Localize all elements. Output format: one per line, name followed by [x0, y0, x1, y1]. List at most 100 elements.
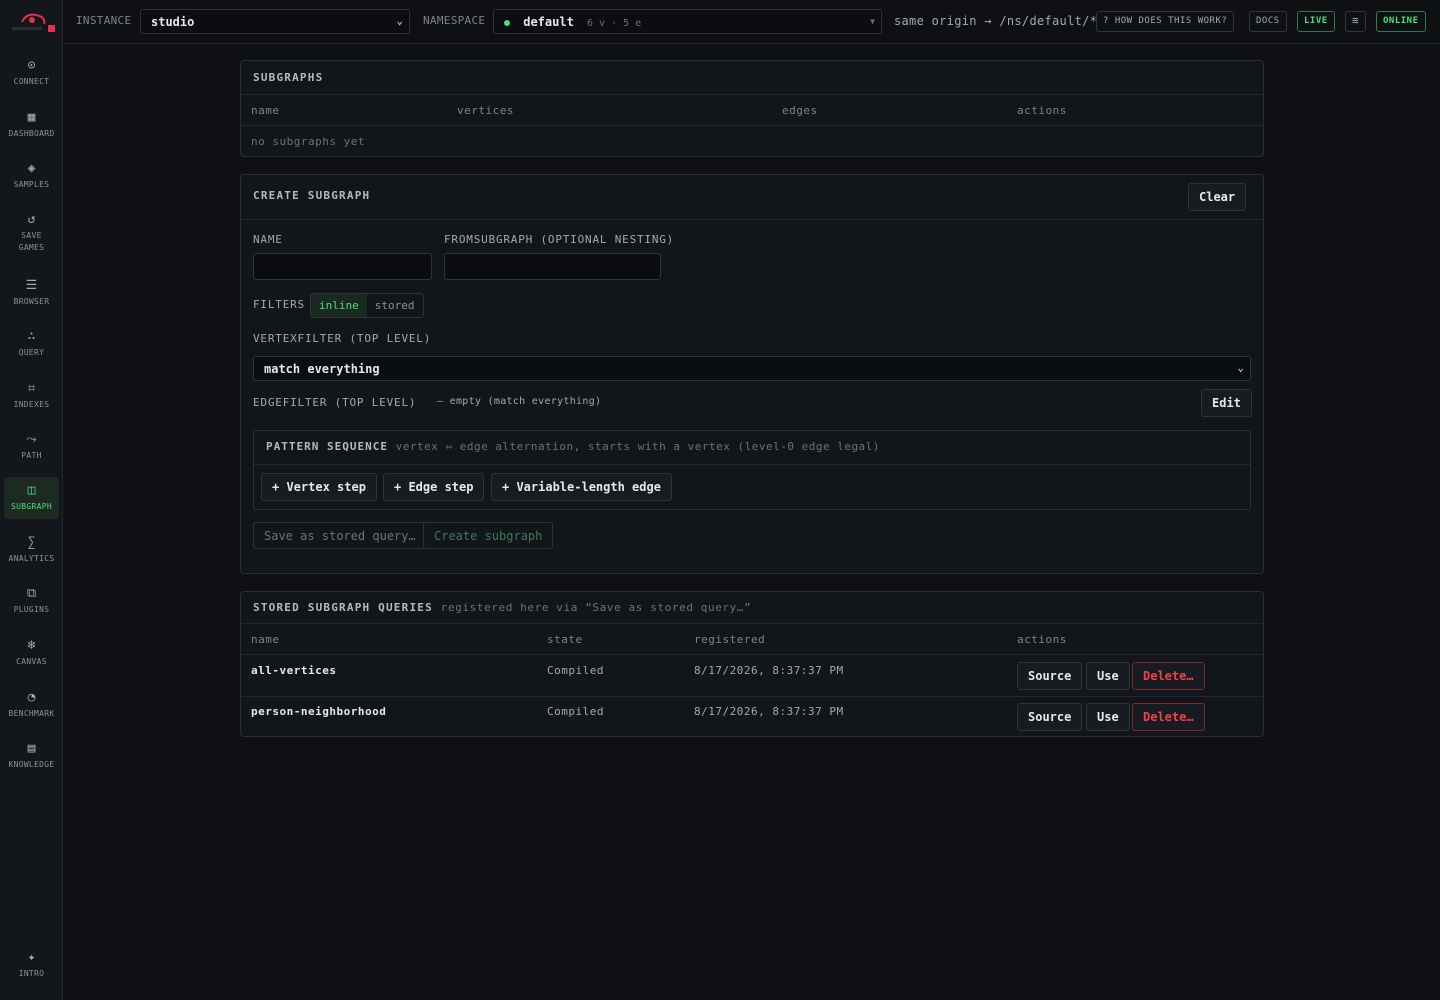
use-button[interactable]: Use	[1086, 662, 1130, 690]
sidebar: ⊙ CONNECT ▦ DASHBOARD ◈ SAMPLES ↺ SAVE G…	[0, 0, 63, 1000]
plugins-icon: ⧉	[26, 586, 37, 601]
docs-button[interactable]: DOCS	[1249, 11, 1287, 32]
sidebar-item-benchmark[interactable]: ◔ BENCHMARK	[4, 690, 59, 720]
create-subgraph-button[interactable]: Create subgraph	[423, 522, 554, 549]
clear-button[interactable]: Clear	[1188, 183, 1247, 211]
namespace-select[interactable]: default 6 v · 5 e ▼	[493, 9, 882, 34]
live-badge[interactable]: LIVE	[1297, 11, 1335, 32]
query-registered: 8/17/2026, 8:37:37 PM	[694, 664, 844, 677]
create-title: CREATE SUBGRAPH	[253, 189, 371, 202]
knowledge-icon: ▤	[27, 741, 36, 756]
app-logo	[12, 13, 55, 32]
dashboard-icon: ▦	[27, 110, 36, 125]
source-button[interactable]: Source	[1017, 703, 1083, 731]
sidebar-item-label: DASHBOARD	[8, 129, 55, 138]
namespace-meta: 6 v · 5 e	[587, 18, 642, 29]
sidebar-item-browser[interactable]: ☰ BROWSER	[4, 278, 59, 308]
namespace-label: NAMESPACE	[423, 14, 486, 27]
stored-queries-panel: STORED SUBGRAPH QUERIES registered here …	[240, 591, 1264, 737]
sidebar-item-label: CONNECT	[13, 77, 50, 86]
add-edge-step-button[interactable]: + Edge step	[383, 473, 485, 501]
intro-icon: ✦	[27, 950, 36, 965]
sidebar-item-dashboard[interactable]: ▦ DASHBOARD	[4, 110, 59, 140]
filters-label: FILTERS	[253, 298, 305, 311]
fromsubgraph-input[interactable]	[444, 253, 661, 280]
sidebar-item-analytics[interactable]: ∑ ANALYTICS	[4, 535, 59, 565]
filter-inline-tab[interactable]: inline	[311, 294, 367, 317]
table-row: person-neighborhood Compiled 8/17/2026, …	[241, 696, 1263, 737]
path-icon: ⤳	[26, 432, 37, 447]
add-vertex-step-button[interactable]: + Vertex step	[261, 473, 377, 501]
sidebar-item-subgraph[interactable]: ◫ SUBGRAPH	[4, 477, 59, 519]
name-input[interactable]	[253, 253, 432, 280]
sidebar-item-intro[interactable]: ✦ INTRO	[4, 950, 59, 980]
sidebar-item-label: BENCHMARK	[8, 709, 55, 718]
column-header: edges	[782, 104, 818, 117]
sidebar-item-label: BROWSER	[13, 297, 50, 306]
vertexfilter-value: match everything	[264, 362, 380, 376]
sidebar-item-label: INDEXES	[13, 400, 50, 409]
sidebar-item-indexes[interactable]: ⌗ INDEXES	[4, 381, 59, 411]
query-name: person-neighborhood	[251, 705, 387, 718]
browser-icon: ☰	[25, 278, 38, 293]
how-it-works-button[interactable]: ? HOW DOES THIS WORK?	[1096, 11, 1235, 32]
sidebar-item-plugins[interactable]: ⧉ PLUGINS	[4, 586, 59, 616]
caret-down-icon: ▼	[870, 17, 875, 26]
delete-button[interactable]: Delete…	[1132, 703, 1205, 731]
source-button[interactable]: Source	[1017, 662, 1083, 690]
table-row: all-vertices Compiled 8/17/2026, 8:37:37…	[241, 655, 1263, 696]
column-header: actions	[1017, 633, 1067, 646]
instance-select[interactable]: studio ⌄	[140, 9, 410, 34]
query-registered: 8/17/2026, 8:37:37 PM	[694, 705, 844, 718]
pattern-header: PATTERN SEQUENCE vertex ⇔ edge alternati…	[254, 431, 1250, 465]
panel-title: CREATE SUBGRAPH	[241, 175, 1263, 220]
sidebar-item-save-games[interactable]: ↺ SAVE GAMES	[4, 212, 59, 254]
column-header: actions	[1017, 104, 1067, 117]
top-bar: INSTANCE studio ⌄ NAMESPACE default 6 v …	[64, 0, 1440, 44]
vertexfilter-select[interactable]: match everything ⌄	[253, 356, 1251, 381]
edgefilter-hint: — empty (match everything)	[437, 396, 602, 407]
filter-stored-tab[interactable]: stored	[367, 294, 423, 317]
sidebar-item-label: CANVAS	[16, 657, 47, 666]
column-header: state	[547, 633, 583, 646]
column-header: name	[251, 633, 280, 646]
instance-label: INSTANCE	[76, 14, 132, 27]
panel-title: SUBGRAPHS	[241, 61, 1263, 95]
origin-text: same origin → /ns/default/*	[894, 14, 1098, 28]
sidebar-item-label: INTRO	[18, 969, 45, 978]
benchmark-icon: ◔	[27, 690, 36, 705]
sidebar-item-connect[interactable]: ⊙ CONNECT	[4, 58, 59, 88]
query-state: Compiled	[547, 664, 604, 677]
namespace-value: default	[523, 15, 574, 29]
analytics-icon: ∑	[27, 535, 36, 550]
sidebar-item-label: SAVE GAMES	[18, 231, 45, 252]
sidebar-item-path[interactable]: ⤳ PATH	[4, 432, 59, 462]
create-subgraph-panel: CREATE SUBGRAPH Clear NAME FROMSUBGRAPH …	[240, 174, 1264, 574]
instance-value: studio	[151, 15, 195, 29]
wave-icon[interactable]: ≋	[1345, 11, 1367, 32]
sidebar-item-samples[interactable]: ◈ SAMPLES	[4, 161, 59, 191]
pattern-title: PATTERN SEQUENCE	[266, 440, 388, 453]
samples-icon: ◈	[27, 161, 36, 176]
use-button[interactable]: Use	[1086, 703, 1130, 731]
status-dot-icon	[504, 19, 510, 26]
sidebar-item-label: ANALYTICS	[8, 554, 55, 563]
query-state: Compiled	[547, 705, 604, 718]
sidebar-item-label: KNOWLEDGE	[8, 760, 55, 769]
query-icon: ∴	[27, 329, 36, 344]
chevron-down-icon: ⌄	[396, 14, 403, 27]
sidebar-item-knowledge[interactable]: ▤ KNOWLEDGE	[4, 741, 59, 771]
subgraphs-title: SUBGRAPHS	[253, 71, 324, 84]
sidebar-item-canvas[interactable]: ❄ CANVAS	[4, 638, 59, 668]
sidebar-item-query[interactable]: ∴ QUERY	[4, 329, 59, 359]
sidebar-item-label: PLUGINS	[13, 605, 50, 614]
query-name: all-vertices	[251, 664, 337, 677]
sidebar-item-label: SUBGRAPH	[11, 502, 52, 511]
subgraphs-panel: SUBGRAPHS name vertices edges actions no…	[240, 60, 1264, 157]
sidebar-item-label: SAMPLES	[13, 180, 50, 189]
name-label: NAME	[253, 233, 283, 246]
edit-edgefilter-button[interactable]: Edit	[1201, 389, 1252, 417]
delete-button[interactable]: Delete…	[1132, 662, 1205, 690]
save-as-stored-query-button[interactable]: Save as stored query…	[253, 522, 427, 549]
add-variable-length-edge-button[interactable]: + Variable-length edge	[491, 473, 672, 501]
